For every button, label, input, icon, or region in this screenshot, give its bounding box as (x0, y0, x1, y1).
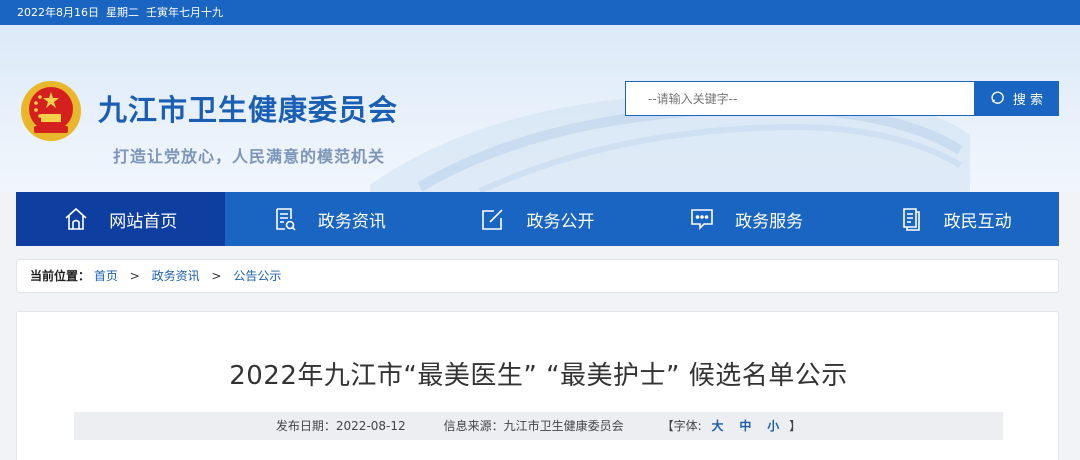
edit-icon (482, 209, 504, 230)
clipboard-icon (902, 208, 920, 231)
nav-item-label: 政务服务 (735, 211, 804, 232)
site-header: 九江市卫生健康委员会 打造让党放心，人民满意的模范机关 搜 索 (0, 25, 1080, 192)
font-size-small-button[interactable]: 小 (767, 419, 779, 433)
main-nav: 网站首页 政务资讯 政务公开 政务服务 政民互动 (16, 192, 1059, 246)
nav-item-label: 政务公开 (526, 211, 595, 232)
font-size-label-close: 】 (789, 419, 802, 433)
breadcrumb-news-link[interactable]: 政务资讯 (152, 269, 200, 283)
article-panel: 2022年九江市“最美医生” “最美护士” 候选名单公示 发布日期：2022-0… (16, 311, 1059, 460)
font-size-label-open: 【字体: (661, 419, 702, 433)
nav-item-label: 政民互动 (943, 211, 1012, 232)
nav-item-public[interactable]: 政务公开 (433, 192, 642, 246)
nav-item-interaction[interactable]: 政民互动 (850, 192, 1059, 246)
date-bar: 2022年8月16日 星期二 壬寅年七月十九 (0, 0, 1080, 25)
search-icon (991, 91, 1004, 104)
chat-icon (691, 209, 713, 230)
search-button[interactable]: 搜 索 (974, 81, 1059, 116)
nav-item-news[interactable]: 政务资讯 (225, 192, 434, 246)
breadcrumb-separator: > (129, 269, 140, 283)
font-size-selector: 【字体: 大 中 小 】 (662, 412, 801, 440)
site-title: 九江市卫生健康委员会 (98, 93, 399, 127)
home-icon (65, 207, 87, 230)
breadcrumb-label: 当前位置： (30, 269, 91, 283)
nav-item-home[interactable]: 网站首页 (16, 192, 225, 246)
breadcrumb-separator: > (211, 269, 222, 283)
search-button-label: 搜 索 (1012, 93, 1044, 108)
article-source: 信息来源：九江市卫生健康委员会 (443, 419, 624, 433)
nav-item-services[interactable]: 政务服务 (642, 192, 851, 246)
document-search-icon (276, 208, 296, 231)
breadcrumb-notice-link[interactable]: 公告公示 (233, 269, 281, 283)
publish-date: 发布日期：2022-08-12 (275, 419, 406, 433)
article-meta-bar: 发布日期：2022-08-12 信息来源：九江市卫生健康委员会 【字体: 大 中… (74, 412, 1003, 440)
article-title: 2022年九江市“最美医生” “最美护士” 候选名单公示 (229, 361, 848, 391)
font-size-medium-button[interactable]: 中 (739, 419, 751, 433)
nav-item-label: 政务资讯 (317, 211, 386, 232)
font-size-large-button[interactable]: 大 (712, 419, 724, 433)
national-emblem-logo (21, 81, 81, 141)
search-input[interactable] (625, 81, 975, 116)
breadcrumb: 当前位置： 首页 > 政务资讯 > 公告公示 (16, 259, 1059, 293)
nav-item-label: 网站首页 (109, 211, 178, 232)
breadcrumb-home-link[interactable]: 首页 (94, 269, 118, 283)
site-slogan: 打造让党放心，人民满意的模范机关 (113, 147, 386, 166)
